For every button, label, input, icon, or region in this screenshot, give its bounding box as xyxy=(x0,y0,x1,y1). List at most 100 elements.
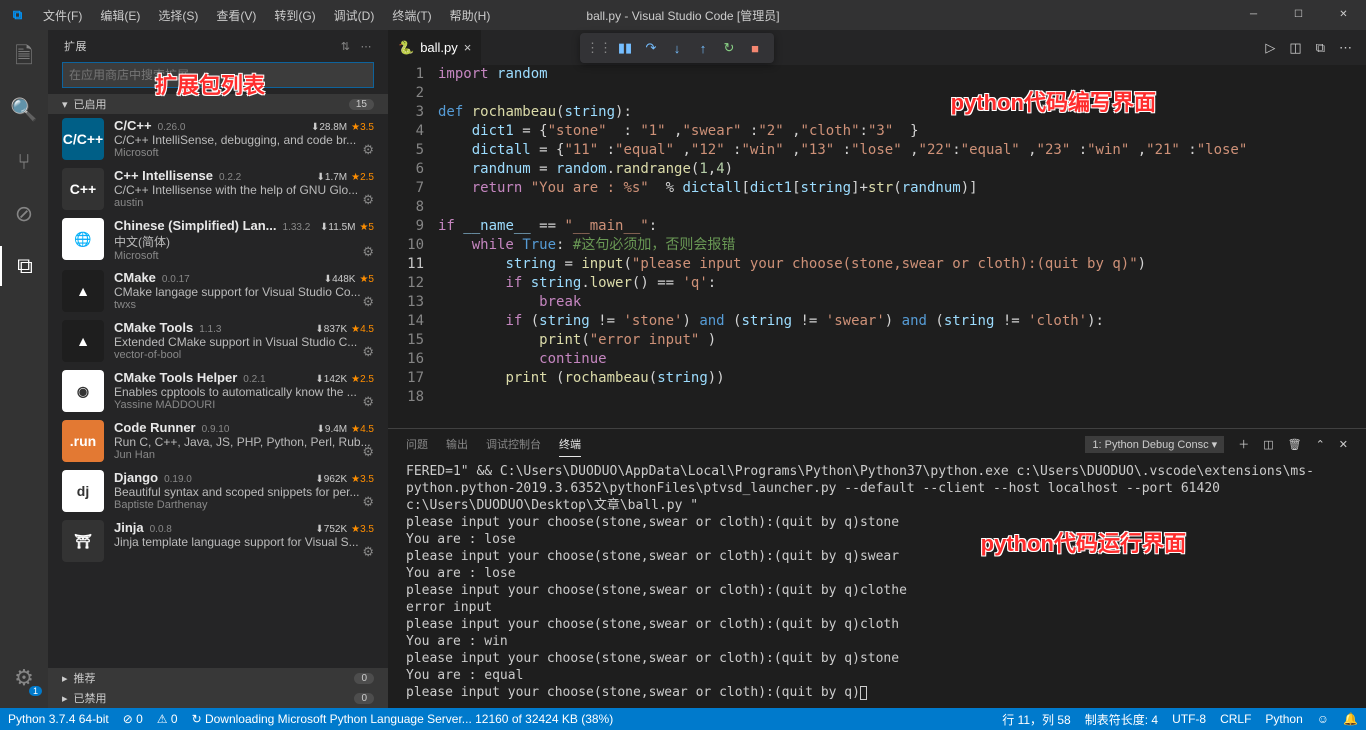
status-errors[interactable]: ⊘ 0 xyxy=(123,712,143,726)
status-language[interactable]: Python xyxy=(1265,712,1302,726)
menu-item[interactable]: 转到(G) xyxy=(266,3,323,28)
extension-gear-icon[interactable]: ⚙ xyxy=(362,192,374,208)
extension-item[interactable]: ◉ CMake Tools Helper0.2.1 ⬇142K ★2.5 Ena… xyxy=(48,366,388,416)
kill-terminal-icon[interactable]: 🗑 xyxy=(1288,438,1302,451)
extension-item[interactable]: .run Code Runner0.9.10 ⬇9.4M ★4.5 Run C,… xyxy=(48,416,388,466)
extension-item[interactable]: ▲ CMake0.0.17 ⬇448K ★5 CMake langage sup… xyxy=(48,266,388,316)
scm-icon[interactable]: ⑂ xyxy=(0,142,48,182)
menu-item[interactable]: 调试(D) xyxy=(326,3,383,28)
code-editor[interactable]: 123456789101112131415161718 import rando… xyxy=(388,65,1366,428)
more-actions-icon[interactable]: ⋯ xyxy=(1339,40,1352,56)
extension-name: CMake Tools Helper xyxy=(114,370,237,385)
section-enabled[interactable]: ▾ 已启用 15 xyxy=(48,94,388,114)
status-encoding[interactable]: UTF-8 xyxy=(1172,712,1206,726)
run-icon[interactable]: ▷ xyxy=(1265,40,1275,56)
close-panel-icon[interactable]: ✕ xyxy=(1339,438,1348,451)
status-indent[interactable]: 制表符长度: 4 xyxy=(1085,711,1158,728)
more-icon[interactable]: ⋯ xyxy=(361,40,373,53)
restart-button[interactable]: ↻ xyxy=(718,37,740,59)
extension-icon: dj xyxy=(62,470,104,512)
status-warnings[interactable]: ⚠ 0 xyxy=(157,712,178,726)
search-input[interactable] xyxy=(69,68,367,82)
extension-gear-icon[interactable]: ⚙ xyxy=(362,544,374,560)
extension-gear-icon[interactable]: ⚙ xyxy=(362,142,374,158)
panel-tab[interactable]: 调试控制台 xyxy=(486,432,541,456)
terminal-output[interactable]: FERED=1" && C:\Users\DUODUO\AppData\Loca… xyxy=(388,459,1366,708)
panel-tab[interactable]: 问题 xyxy=(406,432,428,456)
rating: ★5 xyxy=(359,222,374,233)
section-disabled[interactable]: ▸ 已禁用 0 xyxy=(48,688,388,708)
explorer-icon[interactable]: 🗎 xyxy=(0,38,48,78)
extension-item[interactable]: C/C++ C/C++0.26.0 ⬇28.8M ★3.5 C/C++ Inte… xyxy=(48,114,388,164)
extension-item[interactable]: C++ C++ Intellisense0.2.2 ⬇1.7M ★2.5 C/C… xyxy=(48,164,388,214)
extension-icon: 🌐 xyxy=(62,218,104,260)
extension-search[interactable] xyxy=(62,62,374,88)
close-tab-icon[interactable]: × xyxy=(464,40,472,55)
panel-tab[interactable]: 终端 xyxy=(559,432,581,457)
pause-button[interactable]: ▮▮ xyxy=(614,37,636,59)
extension-gear-icon[interactable]: ⚙ xyxy=(362,294,374,310)
drag-handle-icon[interactable]: ⋮⋮ xyxy=(588,37,610,59)
settings-gear-icon[interactable]: ⚙1 xyxy=(0,658,48,698)
tab-ballpy[interactable]: 🐍 ball.py × xyxy=(388,30,481,65)
step-over-button[interactable]: ↷ xyxy=(640,37,662,59)
extension-gear-icon[interactable]: ⚙ xyxy=(362,344,374,360)
status-python[interactable]: Python 3.7.4 64-bit xyxy=(8,712,109,726)
status-cursor-pos[interactable]: 行 11，列 58 xyxy=(1002,711,1070,728)
extension-gear-icon[interactable]: ⚙ xyxy=(362,444,374,460)
tab-filename: ball.py xyxy=(420,40,458,55)
extension-name: CMake Tools xyxy=(114,320,193,335)
extension-version: 1.33.2 xyxy=(283,222,311,233)
extension-gear-icon[interactable]: ⚙ xyxy=(362,494,374,510)
maximize-panel-icon[interactable]: ⌃ xyxy=(1316,438,1325,451)
terminal-dropdown[interactable]: 1: Python Debug Consc ▾ xyxy=(1085,436,1224,453)
status-notifications-icon[interactable]: 🔔 xyxy=(1343,712,1358,726)
disabled-count: 0 xyxy=(354,693,374,704)
maximize-button[interactable]: ☐ xyxy=(1276,0,1321,30)
code-content[interactable]: import random def rochambeau(string): di… xyxy=(438,65,1256,428)
extension-gear-icon[interactable]: ⚙ xyxy=(362,394,374,410)
menu-item[interactable]: 文件(F) xyxy=(35,3,90,28)
status-feedback-icon[interactable]: ☺ xyxy=(1317,712,1329,726)
minimize-button[interactable]: ─ xyxy=(1231,0,1276,30)
extension-item[interactable]: ▲ CMake Tools1.1.3 ⬇837K ★4.5 Extended C… xyxy=(48,316,388,366)
stop-button[interactable]: ■ xyxy=(744,37,766,59)
search-icon[interactable]: 🔍 xyxy=(0,90,48,130)
extension-item[interactable]: dj Django0.19.0 ⬇962K ★3.5 Beautiful syn… xyxy=(48,466,388,516)
extension-name: Jinja xyxy=(114,520,144,535)
new-terminal-icon[interactable]: ＋ xyxy=(1238,436,1249,452)
menu-item[interactable]: 帮助(H) xyxy=(442,3,499,28)
extension-desc: Beautiful syntax and scoped snippets for… xyxy=(114,485,374,499)
debug-toolbar[interactable]: ⋮⋮ ▮▮ ↷ ↓ ↑ ↻ ■ xyxy=(580,33,774,63)
section-recommend[interactable]: ▸ 推荐 0 xyxy=(48,668,388,688)
menu-item[interactable]: 查看(V) xyxy=(208,3,264,28)
close-button[interactable]: ✕ xyxy=(1321,0,1366,30)
status-download[interactable]: ↻ Downloading Microsoft Python Language … xyxy=(192,712,614,726)
menu-item[interactable]: 选择(S) xyxy=(150,3,206,28)
extensions-icon[interactable]: ⧉ xyxy=(0,246,48,286)
menu-item[interactable]: 编辑(E) xyxy=(92,3,148,28)
extension-gear-icon[interactable]: ⚙ xyxy=(362,244,374,260)
sidebar-title: 扩展 ⇅ ⋯ xyxy=(48,30,388,62)
split-terminal-icon[interactable]: ◫ xyxy=(1263,438,1273,451)
split-editor-icon[interactable]: ⧉ xyxy=(1316,40,1325,56)
debug-icon[interactable]: ⊘ xyxy=(0,194,48,234)
menu-item[interactable]: 终端(T) xyxy=(384,3,439,28)
extension-item[interactable]: 🌐 Chinese (Simplified) Lan...1.33.2 ⬇11.… xyxy=(48,214,388,266)
filter-icon[interactable]: ⇅ xyxy=(341,40,351,53)
extension-list[interactable]: C/C++ C/C++0.26.0 ⬇28.8M ★3.5 C/C++ Inte… xyxy=(48,114,388,668)
status-eol[interactable]: CRLF xyxy=(1220,712,1251,726)
split-icon[interactable]: ◫ xyxy=(1289,40,1301,56)
panel-tab[interactable]: 输出 xyxy=(446,432,468,456)
step-out-button[interactable]: ↑ xyxy=(692,37,714,59)
rating: ★4.5 xyxy=(351,324,374,335)
extension-version: 0.26.0 xyxy=(158,122,186,133)
extension-item[interactable]: ⛩ Jinja0.0.8 ⬇752K ★3.5 Jinja template l… xyxy=(48,516,388,566)
extension-version: 0.0.17 xyxy=(162,274,190,285)
minimap[interactable] xyxy=(1256,65,1366,428)
step-into-button[interactable]: ↓ xyxy=(666,37,688,59)
extension-author: Microsoft xyxy=(114,250,374,262)
extension-desc: C/C++ IntelliSense, debugging, and code … xyxy=(114,133,374,147)
extension-icon: C/C++ xyxy=(62,118,104,160)
window-title: ball.py - Visual Studio Code [管理员] xyxy=(586,7,779,24)
